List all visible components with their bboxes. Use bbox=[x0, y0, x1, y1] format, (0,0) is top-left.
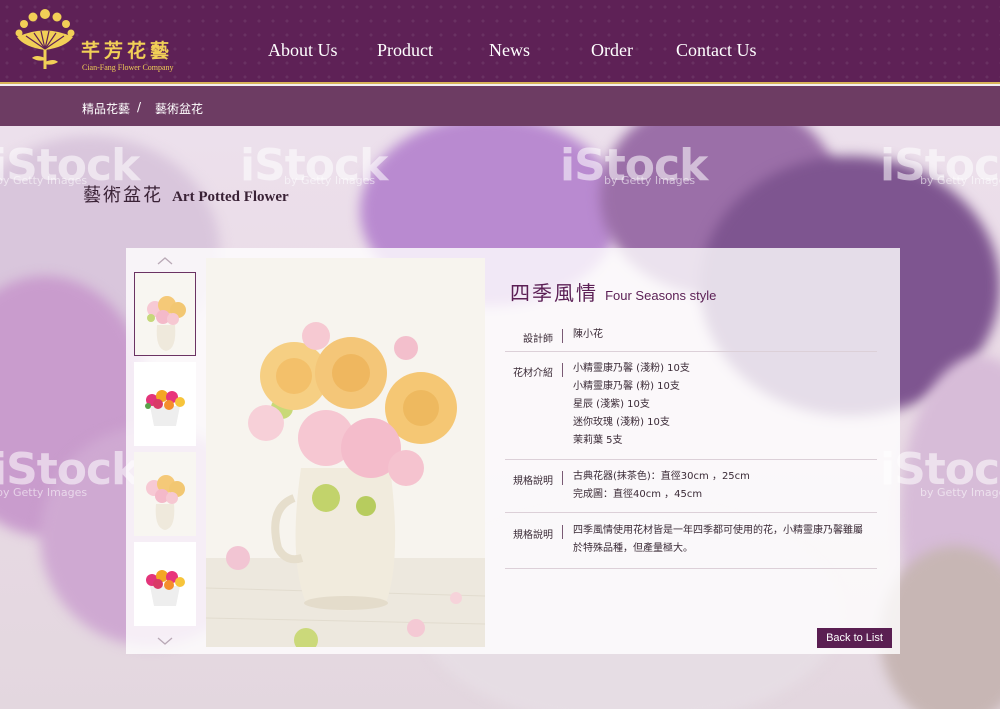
site-header: 芊芳花藝 Cian-Fang Flower Company About Us P… bbox=[0, 0, 1000, 84]
note-label: 規格說明 bbox=[513, 530, 553, 541]
thumb-bright-roses-2[interactable] bbox=[134, 542, 196, 626]
nav-about-us[interactable]: About Us bbox=[268, 40, 338, 61]
row-divider bbox=[562, 471, 563, 485]
note-line: 於特殊品種，但產量極大。 bbox=[573, 543, 693, 554]
watermark-sub: by Getty Images bbox=[0, 486, 88, 499]
watermark-sub: by Getty Images bbox=[920, 486, 1000, 499]
back-to-list-button[interactable]: Back to List bbox=[817, 628, 892, 648]
material-item: 小精靈康乃馨 (淺粉) 10支 bbox=[573, 363, 690, 374]
thumb-pastel-roses-2[interactable] bbox=[134, 452, 196, 536]
product-title-en: Four Seasons style bbox=[605, 288, 717, 303]
watermark-sub: by Getty Images bbox=[0, 174, 88, 187]
product-title-cn: 四季風情 bbox=[510, 281, 598, 305]
watermark-sub: by Getty Images bbox=[284, 174, 376, 187]
row-divider bbox=[562, 363, 563, 377]
spec-item: 完成圖：直徑40cm ，45cm bbox=[573, 489, 703, 500]
nav-contact-us[interactable]: Contact Us bbox=[676, 40, 757, 61]
material-item: 迷你玫瑰 (淺粉) 10支 bbox=[573, 417, 670, 428]
nav-news[interactable]: News bbox=[489, 40, 530, 61]
thumb-bright-roses[interactable] bbox=[134, 362, 196, 446]
designer-value: 陳小花 bbox=[573, 329, 603, 340]
nav-product[interactable]: Product bbox=[377, 40, 433, 61]
note-line: 四季風情使用花材皆是一年四季都可使用的花，小精靈康乃馨雖屬 bbox=[573, 525, 863, 536]
product-title: 四季風情 Four Seasons style bbox=[510, 277, 716, 306]
section-divider bbox=[505, 512, 877, 513]
page-title-en: Art Potted Flower bbox=[172, 189, 289, 205]
thumb-pastel-roses[interactable] bbox=[134, 272, 196, 356]
chevron-down-icon[interactable] bbox=[156, 632, 174, 650]
row-divider bbox=[562, 525, 563, 539]
section-divider bbox=[505, 568, 877, 569]
thumbnail-gallery bbox=[126, 248, 206, 654]
spec-item: 古典花器(抹茶色)：直徑30cm ，25cm bbox=[573, 471, 750, 482]
materials-label: 花材介紹 bbox=[513, 368, 553, 379]
product-main-image bbox=[206, 258, 485, 647]
nav-order[interactable]: Order bbox=[591, 40, 633, 61]
breadcrumb: 精品花藝 / 藝術盆花 bbox=[0, 86, 1000, 126]
material-item: 星辰 (淺紫) 10支 bbox=[573, 399, 650, 410]
page-title: 藝術盆花 Art Potted Flower bbox=[83, 181, 289, 207]
breadcrumb-separator: / bbox=[137, 100, 142, 114]
main-nav: About Us Product News Order Contact Us bbox=[0, 40, 1000, 68]
product-info: 四季風情 Four Seasons style 設計師 陳小花 花材介紹 小精靈… bbox=[485, 258, 900, 654]
breadcrumb-home-link[interactable]: 精品花藝 bbox=[82, 100, 130, 117]
page-title-cn: 藝術盆花 bbox=[83, 185, 163, 206]
material-item: 茉莉葉 5支 bbox=[573, 435, 623, 446]
breadcrumb-current: 藝術盆花 bbox=[155, 102, 204, 116]
spec-label: 規格說明 bbox=[513, 476, 553, 487]
chevron-up-icon[interactable] bbox=[156, 252, 174, 270]
watermark-sub: by Getty Images bbox=[604, 174, 696, 187]
section-divider bbox=[505, 459, 877, 460]
row-divider bbox=[562, 329, 563, 343]
watermark-sub: by Getty Images bbox=[920, 174, 1000, 187]
section-divider bbox=[505, 351, 877, 352]
designer-label: 設計師 bbox=[523, 334, 553, 345]
material-item: 小精靈康乃馨 (粉) 10支 bbox=[573, 381, 680, 392]
